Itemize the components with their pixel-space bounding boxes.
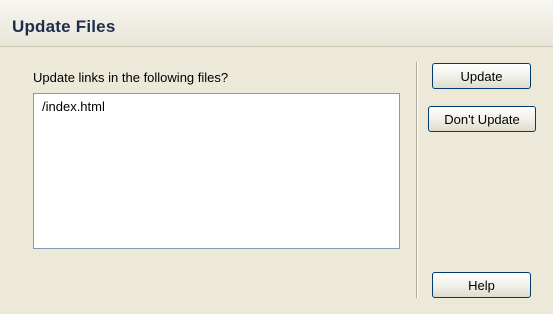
vertical-separator [416,62,418,298]
dont-update-button[interactable]: Don't Update [428,106,536,132]
prompt-label: Update links in the following files? [33,70,229,85]
update-button[interactable]: Update [432,63,531,89]
file-list[interactable]: /index.html [33,93,400,249]
dialog-titlebar: Update Files [0,0,553,47]
help-button[interactable]: Help [432,272,531,298]
update-files-dialog: Update Files Update links in the followi… [0,0,553,314]
dialog-title: Update Files [12,17,116,36]
file-list-item[interactable]: /index.html [42,99,391,115]
